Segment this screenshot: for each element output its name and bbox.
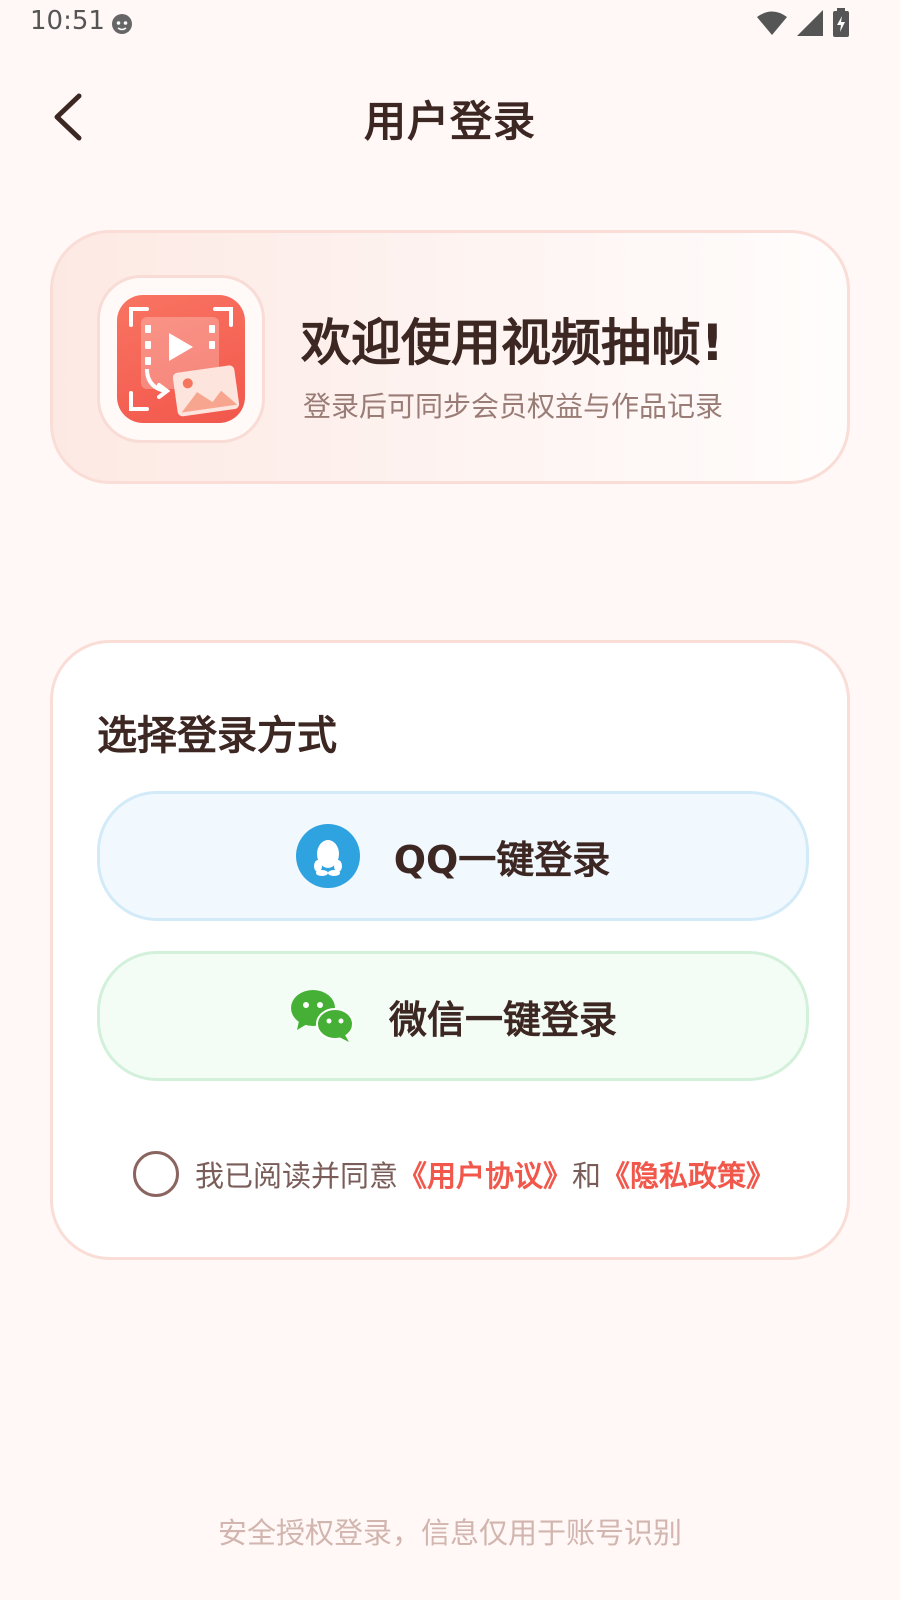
app-logo-frame (97, 275, 265, 443)
welcome-card: 欢迎使用视频抽帧! 登录后可同步会员权益与作品记录 (50, 230, 850, 484)
wifi-icon (757, 11, 787, 35)
status-time: 10:51 (30, 6, 105, 36)
wechat-icon (290, 990, 354, 1042)
login-card: 选择登录方式 QQ一键登录 微信一键登录 我已阅读并同意 《用户协议》 和 《隐… (50, 640, 850, 1260)
privacy-policy-link[interactable]: 《隐私政策》 (601, 1153, 775, 1195)
cat-face-icon (112, 14, 132, 34)
agreement-text: 我已阅读并同意 (195, 1159, 399, 1193)
footer-note: 安全授权登录，信息仅用于账号识别 (217, 1516, 682, 1550)
agreement-row: 我已阅读并同意 《用户协议》 和 《隐私政策》 (133, 1151, 775, 1197)
agreement-radio[interactable] (133, 1151, 179, 1197)
qq-icon (295, 824, 360, 888)
battery-icon (833, 8, 849, 37)
welcome-title: 欢迎使用视频抽帧! (301, 314, 724, 372)
wechat-login-button[interactable]: 微信一键登录 (97, 951, 809, 1081)
video-frame-logo-icon (129, 307, 240, 417)
page-title: 用户登录 (363, 97, 536, 146)
wechat-login-label: 微信一键登录 (388, 997, 617, 1042)
app-logo (117, 295, 245, 423)
welcome-subtitle: 登录后可同步会员权益与作品记录 (303, 390, 724, 423)
status-bar: 10:51 (0, 0, 900, 46)
signal-icon (797, 10, 823, 36)
qq-login-button[interactable]: QQ一键登录 (97, 791, 809, 921)
login-method-heading: 选择登录方式 (97, 713, 337, 759)
agreement-and-text: 和 (572, 1159, 602, 1193)
user-agreement-link[interactable]: 《用户协议》 (398, 1153, 572, 1195)
qq-login-label: QQ一键登录 (393, 837, 611, 882)
